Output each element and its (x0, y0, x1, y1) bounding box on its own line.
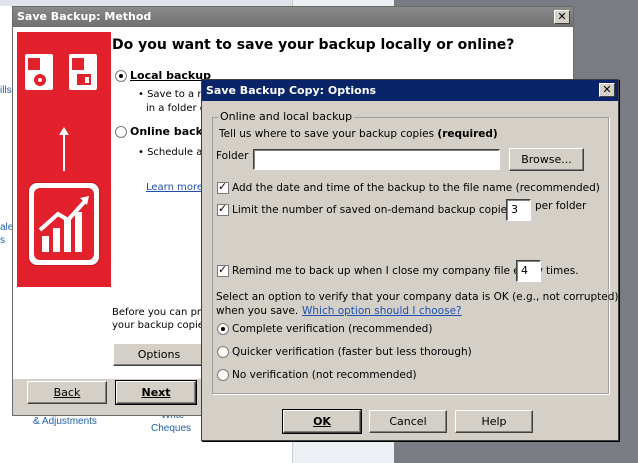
close-icon[interactable]: ✕ (554, 10, 570, 24)
verify-text: when you save. (216, 305, 299, 317)
dialog-title-bar: Save Backup: Method ✕ (13, 7, 573, 27)
background-fragment: ills (0, 85, 12, 96)
remind-count-input[interactable]: 4 (516, 260, 541, 282)
background-fragment: s (0, 235, 5, 246)
limit-copies-checkbox[interactable] (217, 202, 229, 216)
quicker-verification-label[interactable]: Quicker verification (faster but less th… (232, 346, 472, 358)
remind-checkbox[interactable] (217, 263, 229, 277)
local-backup-desc: in a folder o (146, 103, 206, 114)
complete-verification-radio[interactable] (217, 323, 229, 335)
times-label: times. (546, 265, 579, 277)
before-text: Before you can pro (112, 307, 207, 318)
dialog-title: Save Backup: Method (17, 10, 152, 23)
add-date-label[interactable]: Add the date and time of the backup to t… (232, 182, 600, 194)
limit-copies-label[interactable]: Limit the number of saved on-demand back… (232, 204, 526, 216)
dialog-title: Save Backup Copy: Options (206, 84, 377, 97)
tell-us-text: Tell us where to save your backup copies (219, 128, 435, 140)
local-backup-desc: • Save to a r (138, 89, 202, 100)
save-backup-options-dialog: Save Backup Copy: Options ✕ Online and l… (201, 79, 619, 441)
write-cheques-label[interactable]: Cheques (151, 423, 191, 434)
folder-label: Folder (216, 150, 249, 162)
group-label: Online and local backup (218, 110, 355, 123)
folder-input[interactable] (253, 149, 500, 170)
learn-more-link[interactable]: Learn more (146, 182, 203, 193)
options-button[interactable]: Options (113, 343, 205, 366)
arrow-up-icon (59, 127, 69, 171)
verify-text: Select an option to verify that your com… (216, 291, 619, 303)
next-button[interactable]: Next (115, 380, 197, 405)
which-option-link[interactable]: Which option should I choose? (302, 305, 462, 317)
before-text: your backup copies (112, 320, 210, 331)
method-question: Do you want to save your backup locally … (112, 37, 515, 53)
required-text: (required) (437, 128, 498, 140)
local-backup-label[interactable]: Local backup (130, 69, 211, 82)
complete-verification-label[interactable]: Complete verification (recommended) (232, 323, 432, 335)
limit-copies-input[interactable]: 3 (506, 199, 531, 221)
no-verification-label[interactable]: No verification (not recommended) (232, 369, 417, 381)
help-button[interactable]: Help (455, 410, 533, 433)
cancel-button[interactable]: Cancel (369, 410, 447, 433)
no-verification-radio[interactable] (217, 369, 229, 381)
quicker-verification-radio[interactable] (217, 346, 229, 358)
folder-icon (69, 54, 97, 90)
online-backup-label[interactable]: Online backu (130, 125, 211, 138)
ok-button[interactable]: OK (282, 409, 362, 434)
back-button[interactable]: Back (27, 381, 107, 404)
browse-button[interactable]: Browse... (509, 148, 584, 171)
remind-label[interactable]: Remind me to back up when I close my com… (232, 265, 543, 277)
adjustments-link[interactable]: & Adjustments (33, 416, 97, 427)
online-backup-desc: • Schedule au (138, 147, 209, 158)
quickbooks-chart-icon (29, 183, 99, 265)
per-folder-label: per folder (535, 200, 587, 212)
add-date-checkbox[interactable] (217, 180, 229, 194)
tell-us-label: Tell us where to save your backup copies… (219, 128, 498, 140)
dialog-title-bar: Save Backup Copy: Options ✕ (202, 80, 618, 101)
online-backup-radio[interactable] (115, 126, 127, 138)
backup-illustration (17, 32, 111, 287)
close-icon[interactable]: ✕ (599, 83, 615, 97)
local-backup-radio[interactable] (115, 70, 127, 82)
company-file-icon (25, 54, 53, 90)
